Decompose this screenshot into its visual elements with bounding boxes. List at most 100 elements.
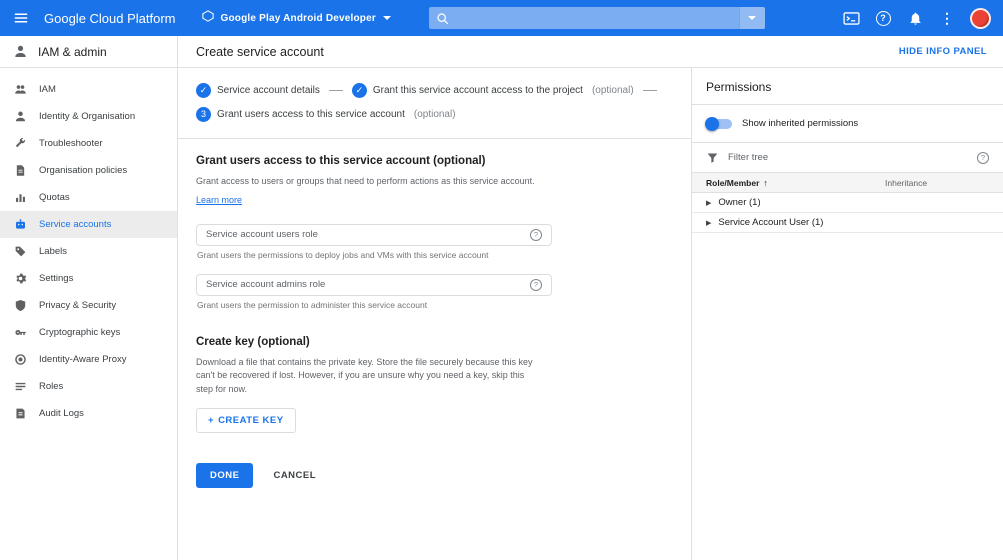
toggle-knob bbox=[705, 116, 719, 131]
inherited-permissions-row: Show inherited permissions bbox=[692, 105, 1003, 143]
sidebar-item-label: Settings bbox=[39, 273, 74, 284]
sidebar-item-troubleshooter[interactable]: Troubleshooter bbox=[0, 130, 177, 157]
column-role-member[interactable]: Role/Member ↑ bbox=[692, 178, 885, 188]
cancel-button[interactable]: CANCEL bbox=[273, 470, 316, 481]
step-grant-project-access[interactable]: ✓ Grant this service account access to t… bbox=[351, 82, 634, 98]
step-connector bbox=[642, 89, 657, 91]
person-icon bbox=[14, 110, 27, 123]
sidebar-item-labels[interactable]: Labels bbox=[0, 238, 177, 265]
grant-users-heading: Grant users access to this service accou… bbox=[196, 155, 486, 167]
users-role-field: ? Grant users the permissions to deploy … bbox=[196, 223, 552, 260]
admins-role-input-box[interactable]: ? bbox=[196, 273, 552, 296]
step-grant-users-access[interactable]: 3 Grant users access to this service acc… bbox=[196, 106, 456, 122]
sidebar-item-identity-aware-proxy[interactable]: Identity-Aware Proxy bbox=[0, 346, 177, 373]
step-service-account-details[interactable]: ✓ Service account details bbox=[196, 82, 320, 98]
column-role-member-label: Role/Member bbox=[706, 177, 760, 188]
sidebar-item-organisation-policies[interactable]: Organisation policies bbox=[0, 157, 177, 184]
step-label: Service account details bbox=[217, 84, 320, 96]
sort-ascending-icon: ↑ bbox=[763, 177, 768, 188]
sidebar-item-label: Troubleshooter bbox=[39, 138, 103, 149]
expand-icon[interactable]: ▶ bbox=[706, 219, 711, 227]
sidebar-item-label: Identity & Organisation bbox=[39, 111, 136, 122]
done-button[interactable]: DONE bbox=[196, 463, 254, 488]
top-app-bar: Google Cloud Platform Google Play Androi… bbox=[0, 0, 1003, 36]
search-options-button[interactable] bbox=[738, 7, 765, 29]
form-area: Grant users access to this service accou… bbox=[178, 139, 691, 504]
sidebar-nav: IAM Identity & Organisation Troubleshoot… bbox=[0, 68, 177, 435]
search-icon bbox=[436, 12, 449, 25]
sidebar-item-identity-organisation[interactable]: Identity & Organisation bbox=[0, 103, 177, 130]
stepper-row-1: ✓ Service account details ✓ Grant this s… bbox=[196, 78, 673, 102]
robot-icon bbox=[14, 218, 27, 231]
step-optional-label: (optional) bbox=[413, 108, 456, 120]
step-label: Grant this service account access to the… bbox=[372, 84, 583, 96]
grant-users-description: Grant access to users or groups that nee… bbox=[196, 176, 535, 186]
help-icon[interactable]: ? bbox=[530, 278, 542, 291]
step-label: Grant users access to this service accou… bbox=[217, 108, 405, 120]
topbar-actions: ? ⋮ bbox=[838, 5, 991, 31]
users-role-helper-text: Grant users the permissions to deploy jo… bbox=[197, 249, 489, 260]
hide-info-panel-button[interactable]: HIDE INFO PANEL bbox=[899, 46, 987, 57]
sidebar-item-label: Cryptographic keys bbox=[39, 327, 121, 338]
sidebar-item-quotas[interactable]: Quotas bbox=[0, 184, 177, 211]
tag-icon bbox=[14, 245, 27, 258]
tree-row-owner[interactable]: ▶ Owner (1) bbox=[692, 193, 1003, 213]
target-icon bbox=[14, 353, 27, 366]
form-actions: DONE CANCEL bbox=[196, 463, 673, 488]
menu-icon[interactable] bbox=[8, 5, 34, 31]
sidebar-item-cryptographic-keys[interactable]: Cryptographic keys bbox=[0, 319, 177, 346]
sidebar-item-label: Quotas bbox=[39, 192, 70, 203]
caret-down-icon bbox=[748, 16, 757, 20]
sidebar-item-label: Labels bbox=[39, 246, 67, 257]
avatar[interactable] bbox=[970, 7, 991, 29]
plus-icon: + bbox=[208, 415, 215, 426]
search-input[interactable] bbox=[455, 7, 739, 29]
iam-admin-icon bbox=[13, 44, 28, 59]
cloud-shell-icon[interactable] bbox=[838, 5, 864, 31]
show-inherited-permissions-toggle[interactable] bbox=[705, 116, 732, 131]
sidebar-item-privacy-security[interactable]: Privacy & Security bbox=[0, 292, 177, 319]
sidebar-header: IAM & admin bbox=[0, 36, 177, 68]
filter-row: ? bbox=[692, 143, 1003, 173]
project-icon bbox=[201, 9, 214, 27]
sidebar-item-label: Service accounts bbox=[39, 219, 112, 230]
notifications-icon[interactable] bbox=[902, 5, 928, 31]
shield-icon bbox=[14, 299, 27, 312]
step-optional-label: (optional) bbox=[591, 84, 634, 96]
learn-more-link[interactable]: Learn more bbox=[196, 195, 242, 205]
step-connector bbox=[328, 89, 343, 91]
sidebar-item-label: Organisation policies bbox=[39, 165, 128, 176]
sidebar-item-roles[interactable]: Roles bbox=[0, 373, 177, 400]
sidebar: IAM & admin IAM Identity & Organisation … bbox=[0, 36, 178, 560]
help-icon[interactable]: ? bbox=[977, 151, 989, 164]
project-selector[interactable]: Google Play Android Developer bbox=[201, 9, 391, 27]
tree-row-service-account-user[interactable]: ▶ Service Account User (1) bbox=[692, 213, 1003, 233]
info-panel: Permissions Show inherited permissions ?… bbox=[691, 68, 1003, 560]
brand: Google Cloud Platform bbox=[44, 10, 176, 26]
users-role-input-box[interactable]: ? bbox=[196, 223, 552, 246]
sidebar-item-iam[interactable]: IAM bbox=[0, 76, 177, 103]
more-icon[interactable]: ⋮ bbox=[934, 5, 960, 31]
filter-tree-input[interactable] bbox=[728, 152, 968, 163]
wrench-icon bbox=[14, 137, 27, 150]
stepper-row-2: 3 Grant users access to this service acc… bbox=[196, 102, 673, 126]
step-done-check-icon: ✓ bbox=[196, 82, 211, 98]
main-content: ✓ Service account details ✓ Grant this s… bbox=[178, 68, 691, 560]
file-icon bbox=[14, 407, 27, 420]
bar-chart-icon bbox=[14, 191, 27, 204]
help-icon[interactable]: ? bbox=[530, 228, 542, 241]
service-account-admins-role-input[interactable] bbox=[206, 279, 530, 290]
admins-role-helper-text: Grant users the permission to administer… bbox=[197, 299, 428, 310]
sidebar-item-label: Roles bbox=[39, 381, 64, 392]
caret-down-icon bbox=[382, 16, 391, 20]
sidebar-item-audit-logs[interactable]: Audit Logs bbox=[0, 400, 177, 427]
expand-icon[interactable]: ▶ bbox=[706, 199, 711, 207]
help-icon[interactable]: ? bbox=[870, 5, 896, 31]
sidebar-item-service-accounts[interactable]: Service accounts bbox=[0, 211, 177, 238]
sidebar-item-label: Privacy & Security bbox=[39, 300, 117, 311]
create-key-button[interactable]: + CREATE KEY bbox=[196, 408, 296, 433]
sidebar-item-settings[interactable]: Settings bbox=[0, 265, 177, 292]
gear-icon bbox=[14, 272, 27, 285]
toggle-label: Show inherited permissions bbox=[742, 118, 859, 129]
service-account-users-role-input[interactable] bbox=[206, 229, 530, 240]
